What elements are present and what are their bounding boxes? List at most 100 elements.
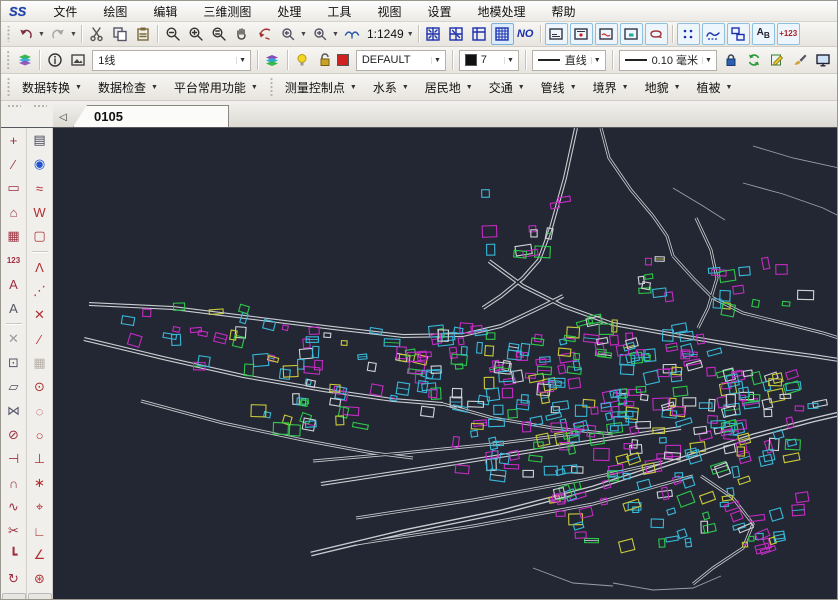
menu-item-6[interactable]: 工具 <box>314 1 364 22</box>
text-style-icon[interactable]: A <box>2 296 26 320</box>
orbit-icon[interactable] <box>253 23 276 45</box>
menu-item-8[interactable]: 设置 <box>414 1 464 22</box>
layer-unlock-icon[interactable] <box>314 49 337 71</box>
layer-select[interactable]: 1线▼ <box>92 50 251 71</box>
feature-menu-测量控制点[interactable]: 测量控制点▼ <box>277 77 365 98</box>
menu-item-7[interactable]: 视图 <box>364 1 414 22</box>
cross-nodes-icon[interactable]: ✕ <box>28 303 52 327</box>
scale-value[interactable]: 1:1249 <box>367 27 404 41</box>
copy-icon[interactable] <box>108 23 131 45</box>
feature-menu-地貌[interactable]: 地貌▼ <box>637 77 689 98</box>
w-nodes-icon[interactable]: W <box>28 200 52 224</box>
pane-window-icon[interactable] <box>468 23 491 45</box>
map-frame-manager-icon[interactable] <box>545 23 568 45</box>
feature-menu-水系[interactable]: 水系▼ <box>365 77 417 98</box>
view-previous-dropdown-icon[interactable]: ▼ <box>299 24 308 44</box>
map-frame-point-icon[interactable] <box>570 23 593 45</box>
feature-menu-数据转换[interactable]: 数据转换▼ <box>14 77 90 98</box>
polyline-nodes-icon[interactable]: Λ <box>28 255 52 279</box>
menu-item-3[interactable]: 编辑 <box>140 1 190 22</box>
node-segment-icon[interactable]: ⋰ <box>28 279 52 303</box>
flyview-icon[interactable] <box>340 23 363 45</box>
selection-loop-icon[interactable] <box>645 23 668 45</box>
feature-menu-植被[interactable]: 植被▼ <box>689 77 741 98</box>
feature-menu-交通[interactable]: 交通▼ <box>481 77 533 98</box>
edit-toolbar-grip[interactable] <box>27 101 53 127</box>
select-rect-icon[interactable]: ▢ <box>28 224 52 248</box>
circle-center-icon[interactable]: ⊙ <box>28 375 52 399</box>
layer-manager-icon[interactable] <box>13 49 36 71</box>
layers-stack-icon[interactable] <box>261 49 284 71</box>
draw-rectangle-icon[interactable]: ▭ <box>2 176 26 200</box>
zigzag-line-icon[interactable]: ∿ <box>2 495 26 519</box>
draw-line-icon[interactable]: ∕ <box>2 152 26 176</box>
copy-block-icon[interactable]: ▱ <box>2 375 26 399</box>
zoom-in-icon[interactable] <box>184 23 207 45</box>
undo-icon[interactable] <box>14 23 37 45</box>
zoom-extents-icon[interactable] <box>422 23 445 45</box>
feature-menu-居民地[interactable]: 居民地▼ <box>417 77 481 98</box>
lock-blue-icon[interactable] <box>720 49 743 71</box>
pan-hand-icon[interactable] <box>230 23 253 45</box>
image-display-icon[interactable] <box>66 49 89 71</box>
clip-scissors-icon[interactable]: ✂ <box>2 519 26 543</box>
toolbar-grip[interactable] <box>6 51 10 69</box>
axis-point-icon[interactable]: ∟ <box>28 519 52 543</box>
toolbar-grip[interactable] <box>269 78 274 96</box>
trim-line-icon[interactable]: ⊣ <box>2 447 26 471</box>
fillet-arc-icon[interactable]: ∩ <box>2 471 26 495</box>
dimension-123-icon[interactable]: 123 <box>2 248 26 272</box>
menu-item-2[interactable]: 绘图 <box>90 1 140 22</box>
text-a-icon[interactable]: A <box>2 272 26 296</box>
tab-nav-left-icon[interactable]: ◁ <box>53 107 73 127</box>
map-frame-area-icon[interactable] <box>620 23 643 45</box>
feature-menu-境界[interactable]: 境界▼ <box>585 77 637 98</box>
toolbar-overflow-icon[interactable]: ▸ <box>2 593 26 600</box>
view-next-dropdown-icon[interactable]: ▼ <box>331 24 340 44</box>
redo-icon[interactable] <box>46 23 69 45</box>
feature-menu-平台常用功能[interactable]: 平台常用功能▼ <box>166 77 266 98</box>
move-block-icon[interactable]: ⊡ <box>2 351 26 375</box>
redo-dropdown-icon[interactable]: ▼ <box>69 24 78 44</box>
object-info-icon[interactable] <box>43 49 66 71</box>
feature-menu-数据检查[interactable]: 数据检查▼ <box>90 77 166 98</box>
break-line-icon[interactable]: ⊘ <box>2 423 26 447</box>
star-rays-icon[interactable]: ∗ <box>28 471 52 495</box>
menu-item-1[interactable]: 文件 <box>40 1 90 22</box>
axis-angle-icon[interactable]: ∠ <box>28 543 52 567</box>
cut-icon[interactable] <box>85 23 108 45</box>
layout-blocks-icon[interactable] <box>727 23 750 45</box>
drawing-canvas[interactable] <box>1 128 838 600</box>
linetype-select[interactable]: 直线▼ <box>532 50 606 71</box>
refresh-icon[interactable] <box>743 49 766 71</box>
draw-point-icon[interactable]: + <box>2 128 26 152</box>
feature-menu-管线[interactable]: 管线▼ <box>533 77 585 98</box>
style-select[interactable]: DEFAULT▼ <box>356 50 446 71</box>
dashed-circle-icon[interactable]: ◌ <box>28 399 52 423</box>
target-gear-icon[interactable]: ⊛ <box>28 567 52 591</box>
zoom-out-icon[interactable] <box>161 23 184 45</box>
map-frame-annotate-icon[interactable] <box>595 23 618 45</box>
point-cross-icon[interactable]: ⌖ <box>28 495 52 519</box>
color-select[interactable]: 7▼ <box>459 50 519 71</box>
point-display-icon[interactable] <box>677 23 700 45</box>
layer-on-bulb-icon[interactable] <box>291 49 314 71</box>
undo-dropdown-icon[interactable]: ▼ <box>37 24 46 44</box>
no-draw-order-icon[interactable]: NO <box>514 23 537 45</box>
edit-note-icon[interactable] <box>766 49 789 71</box>
zoom-previous-grid-icon[interactable] <box>445 23 468 45</box>
paste-icon[interactable] <box>131 23 154 45</box>
mirror-icon[interactable]: ⋈ <box>2 399 26 423</box>
monitor-icon[interactable] <box>812 49 835 71</box>
draw-polygon-icon[interactable]: ⌂ <box>2 200 26 224</box>
menu-item-5[interactable]: 处理 <box>264 1 314 22</box>
menu-item-9[interactable]: 地模处理 <box>464 1 538 22</box>
view-color-icon[interactable]: ◉ <box>28 152 52 176</box>
scale-dropdown-icon[interactable]: ▼ <box>406 24 415 44</box>
pipe-elbow-icon[interactable]: ┗ <box>2 543 26 567</box>
freehand-curve-icon[interactable]: ≈ <box>28 176 52 200</box>
current-color-chip[interactable] <box>337 54 349 66</box>
lineweight-select[interactable]: 0.10 毫米▼ <box>619 50 717 71</box>
profile-line-icon[interactable] <box>702 23 725 45</box>
rotate-123-icon[interactable]: ↻ <box>2 567 26 591</box>
